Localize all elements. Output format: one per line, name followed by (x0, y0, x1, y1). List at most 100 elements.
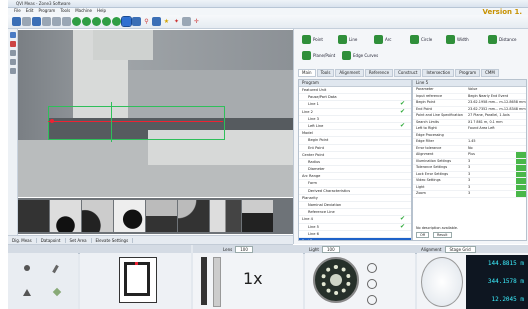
line-button[interactable]: Line (338, 35, 357, 44)
target-icon[interactable]: ⚲ (142, 17, 151, 26)
tree-item[interactable]: Featured Unit (299, 87, 411, 95)
alignment-select[interactable]: Stage Grid (444, 245, 476, 253)
tree-item[interactable]: Radius (299, 159, 411, 167)
run-icon[interactable] (72, 17, 81, 26)
stop-icon[interactable] (112, 17, 121, 26)
tree-item[interactable]: Planarity (299, 195, 411, 202)
tree-item[interactable]: Pause/Part Data (299, 94, 411, 102)
tab-elevate-settings[interactable]: Elevate Settings (92, 237, 134, 243)
tree-item[interactable]: Nominal Deviation (299, 202, 411, 210)
point-tool-icon[interactable] (24, 265, 30, 271)
thumbnail[interactable] (210, 200, 241, 232)
tree-item-label: Pause/Part Data (308, 95, 337, 100)
arc-button[interactable]: Arc (374, 35, 392, 44)
tab-main[interactable]: Main (298, 69, 316, 77)
eraser-tool-icon[interactable] (52, 287, 62, 297)
property-row[interactable]: Zoom 3 (413, 191, 526, 198)
light-on-icon[interactable] (367, 263, 377, 273)
camera-view[interactable] (18, 30, 293, 197)
tab-program[interactable]: Program (455, 69, 481, 77)
light-icon[interactable] (152, 17, 161, 26)
menu-machine[interactable]: Machine (75, 8, 92, 13)
tree-item[interactable]: Line 2 ✔ (299, 108, 411, 116)
thumbnail[interactable] (178, 200, 209, 232)
light-value[interactable]: 100 (321, 245, 340, 253)
menu-tools[interactable]: Tools (60, 8, 70, 13)
tree-item[interactable]: Line 5 ✔ (299, 223, 411, 231)
lens-value[interactable]: 100 (235, 245, 253, 253)
tree-item[interactable]: Center Point (299, 152, 411, 159)
thumbnail[interactable] (18, 200, 49, 232)
thumbnail[interactable] (82, 200, 113, 232)
tree-item[interactable]: Ent Point (299, 145, 411, 152)
camera-icon[interactable] (132, 17, 141, 26)
pen-tool-icon[interactable] (52, 264, 59, 274)
menu-program[interactable]: Program (38, 8, 55, 13)
grid-tool-icon[interactable] (10, 68, 16, 74)
tree-item[interactable]: Begin Point (299, 137, 411, 145)
tree-item[interactable]: Form (299, 180, 411, 188)
star-icon[interactable]: ★ (162, 17, 171, 26)
tree-item[interactable]: Line 3 (299, 116, 411, 123)
plane-point-button[interactable]: Plane/Point (302, 51, 335, 60)
light-off-icon[interactable] (367, 279, 377, 289)
tab-construct[interactable]: Construct (394, 69, 422, 77)
target-tool-icon[interactable] (10, 41, 16, 47)
record-icon[interactable] (102, 17, 111, 26)
menu-help[interactable]: Help (97, 8, 106, 13)
point-button[interactable]: Point (302, 35, 323, 44)
tab-intersection[interactable]: Intersection (422, 69, 455, 77)
off-button[interactable]: Off (416, 232, 430, 238)
thumbnail[interactable] (114, 200, 145, 232)
property-value: 3 (468, 191, 471, 195)
distance-button[interactable]: Distance (488, 35, 517, 44)
measurement-roi[interactable] (48, 106, 225, 140)
tree-item[interactable]: Reference Line (299, 209, 411, 217)
tree-item[interactable]: Line 6 (299, 231, 411, 238)
tab-set-area[interactable]: Set Area (66, 237, 92, 243)
width-button[interactable]: Width (446, 35, 469, 44)
zoom-slider[interactable] (201, 257, 207, 305)
result-button[interactable]: Result (433, 232, 452, 238)
thumbnail[interactable] (146, 200, 177, 232)
target-preview[interactable] (119, 257, 157, 303)
measure-mode-icon[interactable] (121, 16, 132, 27)
circle-button[interactable]: Circle (410, 35, 432, 44)
pin-icon[interactable]: ✦ (172, 17, 181, 26)
tree-item[interactable]: End Program (299, 237, 411, 240)
step-icon[interactable] (82, 17, 91, 26)
undo-icon[interactable] (52, 17, 61, 26)
light-coax-icon[interactable] (367, 295, 377, 305)
tab-datapoint[interactable]: Datapoint (37, 237, 66, 243)
thumbnail[interactable] (242, 200, 273, 232)
open-icon[interactable] (22, 17, 31, 26)
crosshair-icon[interactable]: ✛ (192, 17, 201, 26)
save-icon[interactable] (32, 17, 41, 26)
tree-item[interactable]: Diameter (299, 166, 411, 174)
tree-item[interactable]: Line 1 ✔ (299, 101, 411, 109)
menu-edit[interactable]: Edit (26, 8, 34, 13)
redo-icon[interactable] (62, 17, 71, 26)
edge-curves-button[interactable]: Edge Curves (342, 51, 378, 60)
tab-dig-meas[interactable]: Dig. Meas (8, 237, 37, 243)
select-tool-icon[interactable] (10, 32, 16, 38)
tab-tools[interactable]: Tools (316, 69, 335, 77)
tree-item[interactable]: Derived Characteristics (299, 188, 411, 195)
export-icon[interactable] (182, 17, 191, 26)
thumbnail[interactable] (50, 200, 81, 232)
print-icon[interactable] (42, 17, 51, 26)
zoom-tool-icon[interactable] (10, 50, 16, 56)
tab-alignment[interactable]: Alignment (335, 69, 364, 77)
tab-cmm[interactable]: CMM (481, 69, 499, 77)
continue-icon[interactable] (92, 17, 101, 26)
tree-item[interactable]: Line 4 ✔ (299, 216, 411, 224)
menu-file[interactable]: File (14, 8, 21, 13)
tree-item[interactable]: Model (299, 130, 411, 138)
tree-item[interactable]: Arc Range (299, 173, 411, 181)
tree-item[interactable]: Left Line ✔ (299, 122, 411, 131)
triangle-tool-icon[interactable] (23, 289, 31, 296)
ring-light-icon[interactable] (313, 257, 359, 303)
tab-reference[interactable]: Reference (364, 69, 394, 77)
new-icon[interactable] (12, 17, 21, 26)
pan-tool-icon[interactable] (10, 59, 16, 65)
